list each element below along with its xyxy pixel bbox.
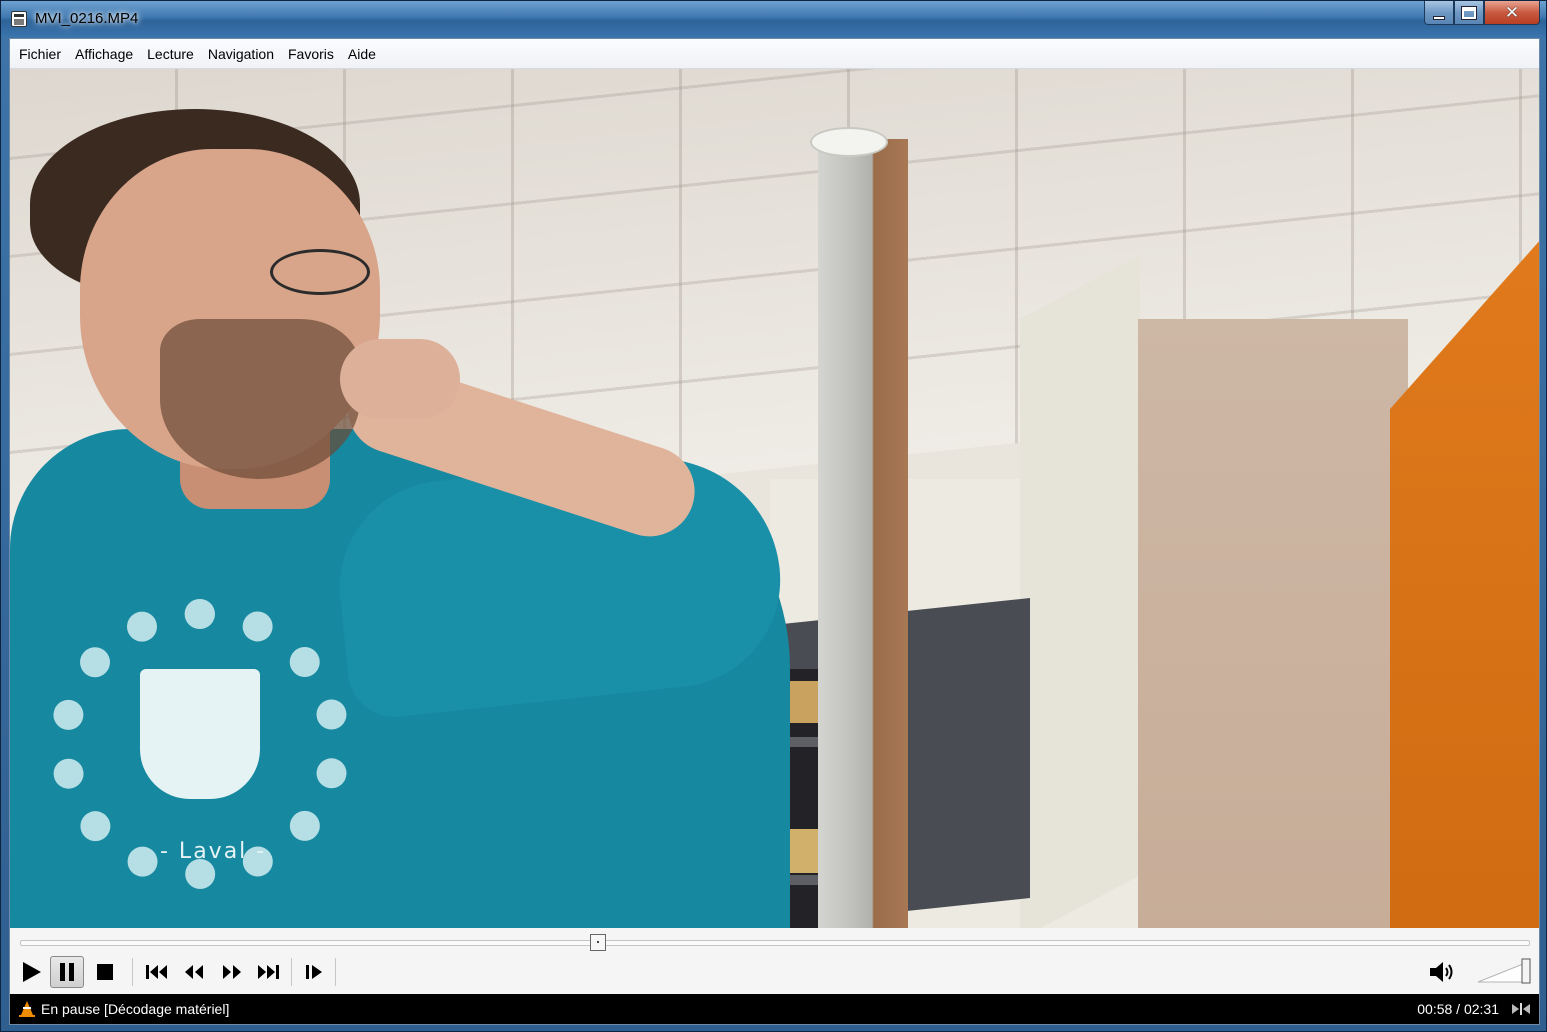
separator [291,958,292,986]
maximize-button[interactable] [1454,1,1484,25]
fast-forward-icon [223,965,241,979]
seek-bar[interactable] [20,940,1530,946]
pause-icon [60,963,74,981]
caption-buttons: ✕ [1424,1,1540,27]
status-text: En pause [Décodage matériel] [41,1001,230,1017]
client-area: Fichier Affichage Lecture Navigation Fav… [9,38,1540,1025]
stop-icon [97,964,113,980]
previous-button[interactable] [140,956,174,988]
beige-wall [1138,319,1408,928]
speaker-icon[interactable] [1428,960,1458,984]
seek-handle[interactable] [590,934,607,951]
rewind-icon [185,965,203,979]
minimize-button[interactable] [1424,1,1454,25]
next-icon [258,965,279,979]
minimize-icon [1433,15,1445,20]
separator [132,958,133,986]
volume-thumb[interactable] [1521,958,1531,984]
control-panel [10,928,1539,994]
menu-affichage[interactable]: Affichage [68,39,140,69]
title-bar[interactable]: MVI_0216.MP4 ✕ [1,1,1546,37]
menu-favoris[interactable]: Favoris [281,39,341,69]
glasses [270,249,370,295]
pause-button[interactable] [50,956,84,988]
vlc-window: MVI_0216.MP4 ✕ Fichier Affichage Lecture… [0,0,1547,1032]
menu-navigation[interactable]: Navigation [201,39,281,69]
app-icon[interactable] [11,11,27,27]
hand [340,339,460,419]
stop-button[interactable] [88,956,122,988]
menu-fichier[interactable]: Fichier [12,39,68,69]
maximize-icon [1461,5,1477,20]
beard [160,319,360,479]
previous-icon [146,965,167,979]
hoodie-logo-shield [140,669,260,799]
play-button[interactable] [14,956,48,988]
menu-lecture[interactable]: Lecture [140,39,201,69]
pillar [818,139,908,928]
vlc-cone-icon [19,1001,35,1017]
fast-forward-button[interactable] [215,956,249,988]
close-button[interactable]: ✕ [1484,1,1540,25]
hoodie-text: - Laval - [160,839,267,864]
close-icon: ✕ [1504,2,1520,23]
volume-slider[interactable] [1476,958,1532,984]
separator [335,958,336,986]
time-display[interactable]: 00:58 / 02:31 [1417,1001,1499,1017]
status-bar: En pause [Décodage matériel] 00:58 / 02:… [10,994,1539,1024]
side-wall [1020,255,1140,928]
frame-step-icon [306,965,322,979]
play-icon [23,962,41,982]
rewind-button[interactable] [177,956,211,988]
next-button[interactable] [251,956,285,988]
window-title: MVI_0216.MP4 [35,10,139,27]
playback-buttons [10,956,1539,988]
menu-bar: Fichier Affichage Lecture Navigation Fav… [10,39,1539,69]
menu-aide[interactable]: Aide [341,39,383,69]
pillar-cap [810,127,888,157]
frame-step-button[interactable] [297,956,331,988]
speed-icon[interactable] [1511,1002,1531,1016]
video-frame[interactable]: - Laval - [10,69,1539,928]
